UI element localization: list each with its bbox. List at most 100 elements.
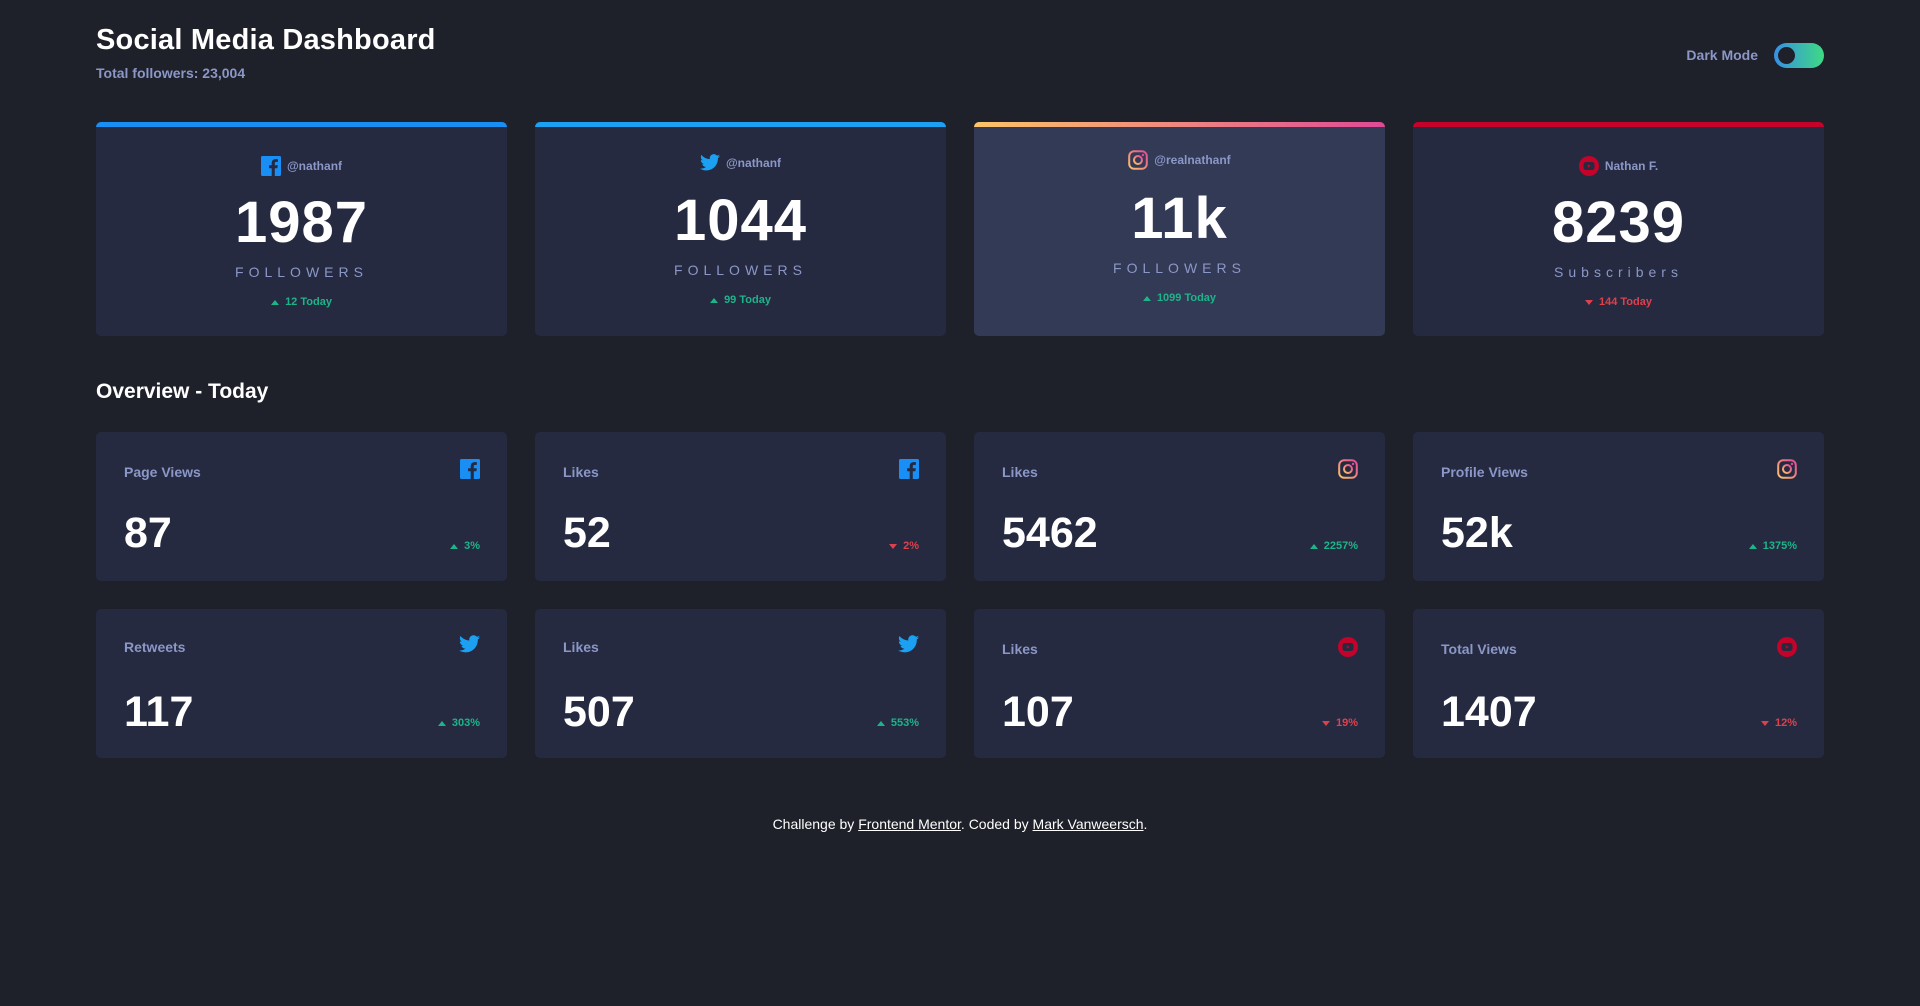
follower-card-twitter[interactable]: @nathanf 1044 FOLLOWERS 99 Today [535, 122, 946, 336]
author-link[interactable]: Mark Vanweersch [1033, 816, 1144, 832]
overview-label: Likes [563, 464, 599, 480]
card-handle: @realnathanf [1154, 153, 1231, 167]
facebook-icon [260, 156, 281, 176]
instagram-icon [1777, 459, 1797, 479]
overview-label: Total Views [1441, 641, 1517, 657]
card-handle-row: @nathanf [535, 154, 946, 171]
card-accent-bar [1413, 122, 1824, 127]
follower-unit: FOLLOWERS [235, 264, 368, 280]
card-handle-row: Nathan F. [1413, 156, 1824, 176]
arrow-down-icon [1585, 299, 1593, 305]
follower-unit: FOLLOWERS [674, 262, 807, 278]
instagram-icon [1338, 459, 1358, 479]
arrow-up-icon [1309, 543, 1318, 549]
delta-text: 99 Today [724, 294, 771, 306]
overview-card[interactable]: Profile Views 52k 1375% [1413, 432, 1824, 581]
arrow-up-icon [437, 720, 446, 726]
overview-delta: 12% [1760, 717, 1797, 729]
header: Social Media Dashboard Total followers: … [96, 24, 1824, 94]
overview-value: 87 [124, 509, 172, 557]
delta-text: 1375% [1762, 540, 1797, 552]
arrow-down-icon [889, 543, 898, 549]
overview-card[interactable]: Page Views 87 3% [96, 432, 507, 581]
delta-text: 2257% [1323, 540, 1358, 552]
card-handle: @nathanf [286, 159, 343, 173]
overview-card[interactable]: Likes 5462 2257% [974, 432, 1385, 581]
overview-value: 52k [1441, 509, 1513, 557]
delta-text: 303% [451, 717, 480, 729]
overview-value: 117 [124, 688, 194, 736]
follower-card-youtube[interactable]: Nathan F. 8239 Subscribers 144 Today [1413, 122, 1824, 336]
footer-prefix: Challenge by [772, 816, 859, 832]
follower-card-instagram[interactable]: @realnathanf 11k FOLLOWERS 1099 Today [974, 122, 1385, 336]
delta-text: 19% [1335, 717, 1358, 729]
overview-delta: 303% [437, 717, 480, 729]
dark-mode-label: Dark Mode [1686, 47, 1758, 63]
follower-card-facebook[interactable]: @nathanf 1987 FOLLOWERS 12 Today [96, 122, 507, 336]
toggle-knob [1778, 46, 1795, 64]
overview-title: Overview - Today [96, 380, 269, 403]
footer-middle: . Coded by [960, 816, 1033, 832]
overview-delta: 3% [450, 540, 480, 552]
delta-text: 3% [464, 540, 480, 552]
overview-label: Likes [563, 639, 599, 655]
youtube-icon [1777, 637, 1797, 657]
arrow-down-icon [1321, 720, 1330, 726]
facebook-icon [899, 459, 919, 479]
overview-label: Likes [1002, 464, 1038, 480]
frontend-mentor-link[interactable]: Frontend Mentor [858, 816, 961, 832]
card-handle: @nathanf [725, 155, 782, 170]
arrow-up-icon [710, 297, 719, 303]
overview-delta: 2% [889, 540, 919, 552]
overview-label: Page Views [124, 464, 201, 480]
arrow-up-icon [450, 543, 459, 549]
overview-delta: 553% [876, 717, 919, 729]
page-title: Social Media Dashboard [96, 24, 436, 56]
arrow-up-icon [271, 299, 280, 305]
card-handle: Nathan F. [1604, 159, 1659, 173]
overview-value: 107 [1002, 688, 1074, 736]
card-handle-row: @realnathanf [974, 150, 1385, 170]
arrow-up-icon [1142, 295, 1151, 301]
card-accent-bar [974, 122, 1385, 127]
follower-unit: FOLLOWERS [1113, 260, 1246, 276]
overview-card[interactable]: Total Views 1407 12% [1413, 609, 1824, 758]
delta-text: 2% [903, 540, 919, 552]
follower-delta: 1099 Today [974, 292, 1385, 304]
overview-value: 1407 [1441, 688, 1537, 736]
overview-card[interactable]: Retweets 117 303% [96, 609, 507, 758]
facebook-icon [460, 459, 480, 479]
overview-card[interactable]: Likes 52 2% [535, 432, 946, 581]
arrow-up-icon [876, 720, 885, 726]
overview-label: Profile Views [1441, 464, 1528, 480]
follower-unit: Subscribers [1554, 264, 1683, 280]
follower-count: 1987 [234, 190, 369, 255]
follower-count: 8239 [1551, 190, 1686, 255]
follower-delta: 99 Today [535, 294, 946, 306]
follower-delta: 12 Today [96, 296, 507, 308]
card-handle-row: @nathanf [96, 156, 507, 176]
overview-value: 5462 [1002, 509, 1098, 557]
footer-suffix: . [1143, 816, 1148, 832]
overview-card[interactable]: Likes 107 19% [974, 609, 1385, 758]
delta-text: 1099 Today [1156, 292, 1217, 304]
delta-text: 553% [890, 717, 919, 729]
twitter-icon [699, 154, 720, 171]
overview-value: 507 [563, 688, 635, 736]
dark-mode-toggle[interactable] [1774, 42, 1824, 68]
delta-text: 12% [1774, 717, 1797, 729]
overview-label: Likes [1002, 641, 1038, 657]
overview-value: 52 [563, 509, 611, 557]
overview-delta: 19% [1321, 717, 1358, 729]
overview-card[interactable]: Likes 507 553% [535, 609, 946, 758]
twitter-icon [459, 635, 480, 653]
total-followers: Total followers: 23,004 [96, 65, 246, 81]
card-accent-bar [96, 122, 507, 127]
youtube-icon [1578, 156, 1599, 176]
delta-text: 12 Today [285, 296, 332, 308]
arrow-up-icon [1748, 543, 1757, 549]
delta-text: 144 Today [1599, 296, 1652, 308]
arrow-down-icon [1760, 720, 1769, 726]
follower-cards: @nathanf 1987 FOLLOWERS 12 Today @nathan… [96, 122, 1824, 336]
card-accent-bar [535, 122, 946, 127]
